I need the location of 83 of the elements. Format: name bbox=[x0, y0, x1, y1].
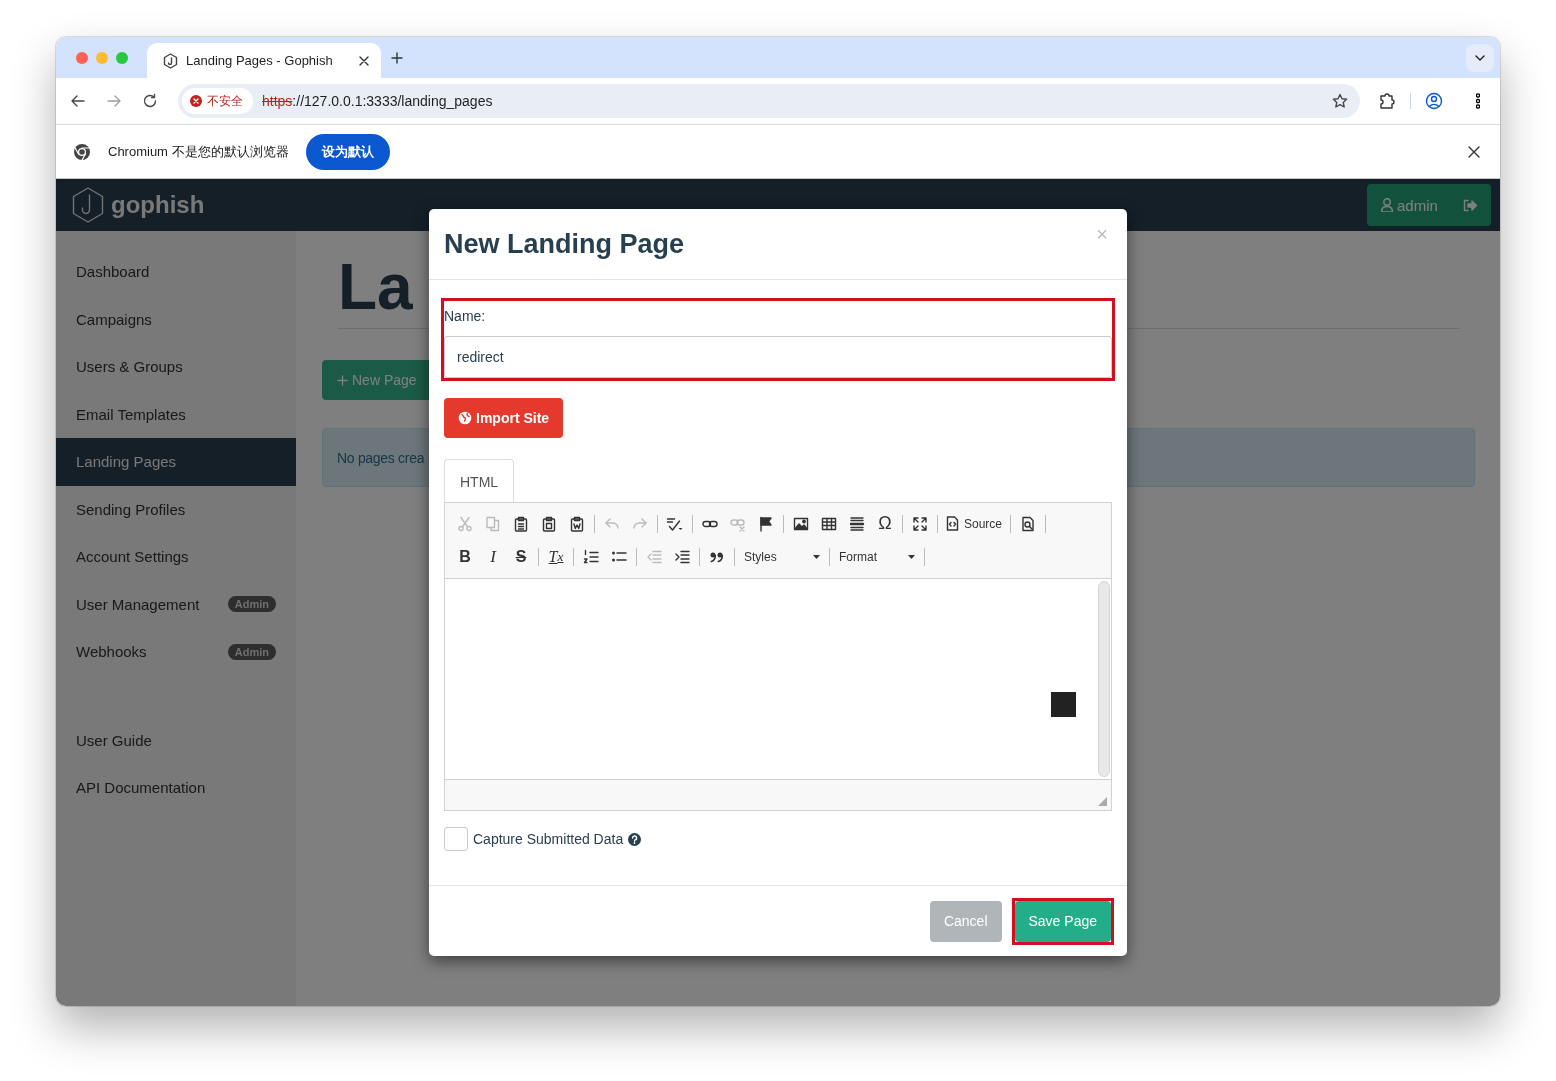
user-icon bbox=[1381, 198, 1393, 212]
new-page-button[interactable]: New Page bbox=[322, 360, 432, 400]
star-icon[interactable] bbox=[1332, 93, 1348, 109]
address-bar[interactable]: 不安全 https://127.0.0.1:3333/landing_pages bbox=[178, 84, 1360, 118]
sidebar-item[interactable]: Campaigns bbox=[56, 295, 296, 343]
spellcheck-icon[interactable] bbox=[666, 515, 684, 532]
admin-name: admin bbox=[1397, 196, 1439, 214]
close-icon[interactable] bbox=[359, 55, 369, 66]
import-site-button[interactable]: Import Site bbox=[444, 398, 564, 438]
image-icon[interactable] bbox=[793, 515, 809, 532]
numbered-list-icon[interactable] bbox=[583, 548, 599, 565]
capture-label: Capture Submitted Data bbox=[473, 831, 624, 847]
page-heading: La bbox=[338, 250, 413, 325]
scrollbar[interactable] bbox=[1098, 581, 1110, 777]
url-text: https://127.0.0.1:3333/landing_pages bbox=[262, 93, 493, 109]
window-close-dot[interactable] bbox=[76, 51, 88, 64]
editor-tab[interactable]: HTML bbox=[444, 459, 515, 503]
horizontal-lines-icon[interactable] bbox=[849, 515, 865, 532]
format-dropdown[interactable]: Styles bbox=[738, 543, 826, 570]
window-zoom-dot[interactable] bbox=[116, 51, 128, 64]
tab-title: Landing Pages - Gophish bbox=[186, 53, 334, 68]
name-field[interactable]: redirect bbox=[444, 336, 1112, 378]
brand-name: gophish bbox=[111, 191, 205, 219]
gophish-logo-icon bbox=[71, 186, 105, 224]
tab-list-button[interactable] bbox=[1466, 43, 1494, 72]
name-label: Name: bbox=[444, 307, 487, 326]
alert-message: No pages crea bbox=[337, 449, 425, 466]
source-button[interactable]: Source bbox=[941, 510, 1008, 537]
browser-tab[interactable]: Landing Pages - Gophish bbox=[147, 43, 381, 78]
modal-title: New Landing Page bbox=[444, 228, 685, 260]
security-label: 不安全 bbox=[207, 92, 243, 110]
sidebar-item[interactable]: Email Templates bbox=[56, 390, 296, 438]
sidebar-link[interactable]: User Guide bbox=[56, 716, 296, 764]
caret-icon bbox=[908, 554, 915, 559]
sidebar-item[interactable]: Users & Groups bbox=[56, 343, 296, 391]
table-icon[interactable] bbox=[821, 515, 837, 532]
error-circle-icon bbox=[190, 95, 202, 107]
resize-handle-icon[interactable] bbox=[1098, 797, 1107, 806]
preview-icon[interactable] bbox=[1020, 515, 1037, 532]
flag-icon[interactable] bbox=[758, 515, 774, 532]
forward-arrow-icon[interactable] bbox=[106, 93, 122, 109]
profile-icon[interactable] bbox=[1425, 92, 1443, 110]
code-document-icon bbox=[946, 516, 959, 531]
clipboard-icon[interactable] bbox=[541, 515, 557, 532]
admin-badge: Admin bbox=[227, 596, 276, 613]
admin-button[interactable]: admin bbox=[1367, 184, 1491, 226]
plus-icon bbox=[337, 374, 348, 386]
omega-button[interactable]: Ω bbox=[871, 510, 899, 537]
square-mark bbox=[1051, 692, 1076, 717]
sidebar-item[interactable]: Webhooks bbox=[76, 643, 228, 661]
globe-icon bbox=[458, 411, 472, 425]
chevron-down-icon bbox=[1475, 54, 1485, 61]
italic-button[interactable]: I bbox=[479, 543, 507, 570]
indent-icon[interactable] bbox=[674, 548, 690, 565]
puzzle-icon[interactable] bbox=[1378, 92, 1396, 110]
sidebar-link[interactable]: API Documentation bbox=[56, 764, 296, 812]
back-arrow-icon[interactable] bbox=[70, 93, 86, 109]
sidebar-item[interactable]: Dashboard bbox=[56, 248, 296, 296]
close-icon[interactable] bbox=[1468, 145, 1480, 158]
menu-icon[interactable] bbox=[1476, 93, 1480, 109]
infobar-message: Chromium 不是您的默认浏览器 bbox=[108, 142, 289, 161]
strikethrough-button[interactable]: S bbox=[507, 543, 535, 570]
sidebar-item[interactable]: User Management bbox=[76, 595, 228, 613]
clipboard-icon[interactable] bbox=[569, 515, 585, 532]
clipboard-icon[interactable] bbox=[513, 515, 529, 532]
plus-icon[interactable] bbox=[391, 51, 403, 64]
set-default-button[interactable]: 设为默认 bbox=[305, 133, 390, 170]
reload-icon[interactable] bbox=[142, 93, 158, 109]
format-dropdown[interactable]: Format bbox=[833, 543, 921, 570]
bold-button[interactable]: B bbox=[451, 543, 479, 570]
caret-icon bbox=[813, 554, 820, 559]
sidebar-item[interactable]: Account Settings bbox=[56, 533, 296, 581]
question-circle-icon[interactable] bbox=[628, 832, 642, 846]
browser-logo-icon bbox=[73, 142, 91, 161]
window-minimize-dot[interactable] bbox=[96, 51, 108, 64]
capture-checkbox[interactable] bbox=[444, 827, 468, 851]
sidebar-item[interactable]: Landing Pages bbox=[56, 438, 296, 486]
hexagon-icon bbox=[163, 52, 178, 69]
admin-badge: Admin bbox=[227, 643, 276, 660]
cancel-button[interactable]: Cancel bbox=[929, 900, 1002, 942]
save-button[interactable]: Save Page bbox=[1014, 900, 1111, 942]
maximize-icon[interactable] bbox=[912, 515, 928, 532]
security-chip[interactable]: 不安全 bbox=[182, 88, 253, 114]
